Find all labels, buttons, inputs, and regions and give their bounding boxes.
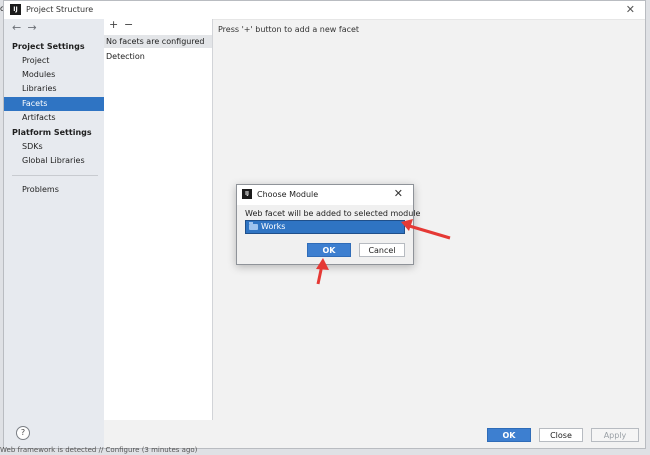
sidebar-item-problems[interactable]: Problems bbox=[4, 183, 104, 197]
dialog-title-bar: IJ Choose Module ✕ bbox=[237, 185, 413, 205]
window-title: Project Structure bbox=[26, 5, 94, 14]
facet-toolbar: + − bbox=[104, 18, 212, 33]
facet-list-panel: + − No facets are configured Detection bbox=[104, 18, 213, 420]
apply-button[interactable]: Apply bbox=[591, 428, 639, 442]
module-list-item-works[interactable]: Works bbox=[245, 220, 405, 234]
intellij-app-icon: IJ bbox=[10, 4, 21, 15]
sidebar-item-modules[interactable]: Modules bbox=[4, 68, 104, 82]
ok-button[interactable]: OK bbox=[487, 428, 531, 442]
title-bar: IJ Project Structure ✕ bbox=[4, 1, 645, 20]
section-header-platform-settings: Platform Settings bbox=[12, 128, 92, 137]
nav-arrows: ← → bbox=[12, 21, 40, 34]
help-icon[interactable]: ? bbox=[16, 426, 30, 440]
folder-icon bbox=[249, 222, 258, 230]
sidebar-item-facets[interactable]: Facets bbox=[4, 97, 104, 111]
sidebar-item-project[interactable]: Project bbox=[4, 54, 104, 68]
forward-icon[interactable]: → bbox=[28, 21, 40, 34]
settings-sidebar: ← → Project Settings Project Modules Lib… bbox=[4, 19, 105, 448]
empty-facet-hint: Press '+' button to add a new facet bbox=[218, 25, 360, 34]
close-button[interactable]: Close bbox=[539, 428, 583, 442]
bottom-button-bar: OK Close Apply bbox=[104, 420, 645, 448]
sidebar-item-artifacts[interactable]: Artifacts bbox=[4, 111, 104, 125]
list-item-no-facets[interactable]: No facets are configured bbox=[104, 35, 212, 48]
status-bar-text: Web framework is detected // Configure (… bbox=[0, 446, 198, 454]
close-icon[interactable]: ✕ bbox=[626, 3, 635, 16]
add-facet-icon[interactable]: + bbox=[109, 18, 118, 31]
dialog-app-icon: IJ bbox=[242, 189, 252, 199]
section-header-project-settings: Project Settings bbox=[12, 42, 85, 51]
choose-module-dialog: IJ Choose Module ✕ Web facet will be add… bbox=[236, 184, 420, 265]
dialog-cancel-button[interactable]: Cancel bbox=[359, 243, 405, 257]
sidebar-item-sdks[interactable]: SDKs bbox=[4, 140, 104, 154]
dialog-close-icon[interactable]: ✕ bbox=[394, 187, 403, 200]
sidebar-item-libraries[interactable]: Libraries bbox=[4, 82, 104, 96]
back-icon[interactable]: ← bbox=[12, 21, 24, 34]
remove-facet-icon[interactable]: − bbox=[124, 18, 133, 31]
list-item-detection[interactable]: Detection bbox=[104, 50, 212, 63]
sidebar-item-global-libraries[interactable]: Global Libraries bbox=[4, 154, 104, 168]
dialog-title: Choose Module bbox=[257, 190, 319, 199]
module-label: Works bbox=[261, 222, 286, 231]
sidebar-divider bbox=[12, 175, 98, 176]
dialog-message: Web facet will be added to selected modu… bbox=[245, 209, 421, 218]
dialog-ok-button[interactable]: OK bbox=[307, 243, 351, 257]
